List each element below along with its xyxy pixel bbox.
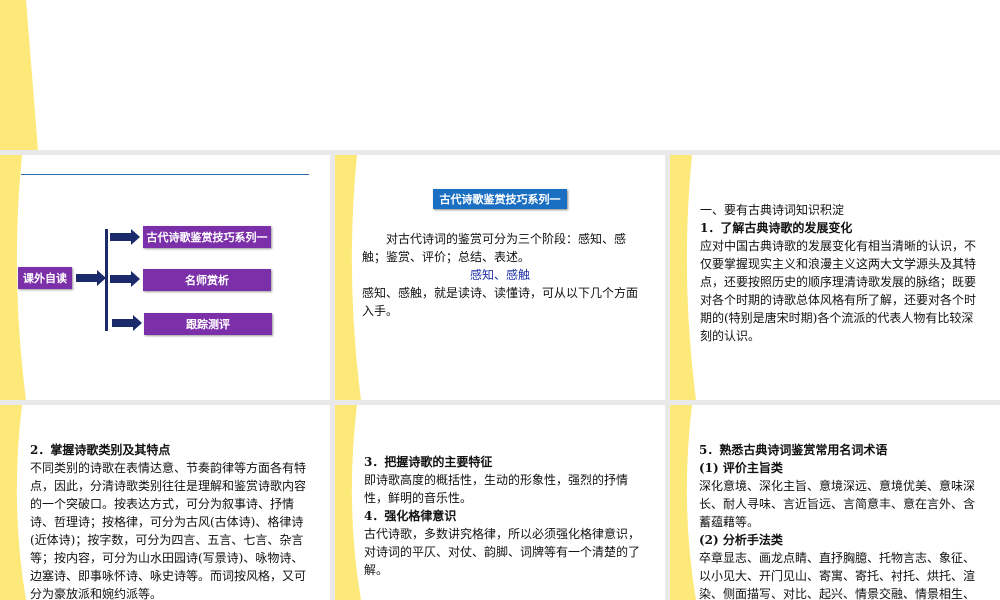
slide-6[interactable]: 5．熟悉古典诗词鉴赏常用名词术语 (1) 评价主旨类 深化意境、深化主旨、意境深… [670, 405, 1000, 600]
subheading: 2．掌握诗歌类别及其特点 [30, 443, 171, 457]
subheading: 感知、感触 [469, 268, 530, 282]
root-box: 课外自读 [18, 267, 72, 289]
body-paragraph: 不同类别的诗歌在表情达意、节奏韵律等方面各有特点，因此，分清诗歌类别往往是理解和… [30, 461, 307, 600]
branch-box-3: 跟踪测评 [144, 313, 272, 335]
slide-2[interactable]: 古代诗歌鉴赏技巧系列一 对古代诗词的鉴赏可分为三个阶段：感知、感触；鉴赏、评价；… [335, 155, 665, 400]
branch-box-2: 名师赏析 [143, 269, 271, 291]
branch-box-1: 古代诗歌鉴赏技巧系列一 [143, 226, 271, 248]
category-1: (1) 评价主旨类 [699, 461, 783, 475]
arrow-right [112, 315, 142, 331]
subheading: 1．了解古典诗歌的发展变化 [700, 221, 853, 235]
body-paragraph: 感知、感触，就是读诗、读懂诗，可从以下几个方面入手。 [362, 286, 639, 318]
bracket-line [105, 229, 108, 331]
slide-top-partial[interactable] [0, 0, 1000, 150]
subheading-3: 3．把握诗歌的主要特征 [364, 455, 493, 469]
arrow-right [110, 271, 140, 287]
slide-3[interactable]: 一、要有古典诗词知识积淀 1．了解古典诗歌的发展变化 应对中国古典诗歌的发展变化… [670, 155, 1000, 400]
body-paragraph-4: 古代诗歌，多数讲究格律，所以必须强化格律意识，对诗词的平仄、对仗、韵脚、词牌等有… [364, 527, 641, 577]
subheading: 5．熟悉古典诗词鉴赏常用名词术语 [699, 443, 888, 457]
section-heading: 一、要有古典诗词知识积淀 [700, 203, 845, 217]
intro-paragraph: 对古代诗词的鉴赏可分为三个阶段：感知、感触；鉴赏、评价；总结、表述。 [362, 232, 627, 264]
slide-5[interactable]: 3．把握诗歌的主要特征 即诗歌高度的概括性，生动的形象性，强烈的抒情性，鲜明的音… [335, 405, 665, 600]
category-2: (2) 分析手法类 [699, 533, 783, 547]
title-rule [21, 174, 309, 175]
slide-title-box: 古代诗歌鉴赏技巧系列一 [433, 189, 567, 209]
category-1-terms: 深化意境、深化主旨、意境深远、意境优美、意味深长、耐人寻味、言近旨远、言简意丰、… [699, 479, 976, 529]
subheading-4: 4．强化格律意识 [364, 509, 457, 523]
category-2-terms: 卒章显志、画龙点睛、直抒胸臆、托物言志、象征、以小见大、开门见山、寄寓、寄托、衬… [699, 551, 976, 600]
arrow-right [110, 229, 140, 245]
slide-1-diagram[interactable]: 课外自读 古代诗歌鉴赏技巧系列一 名师赏析 跟踪测评 [0, 155, 330, 400]
body-paragraph: 应对中国古典诗歌的发展变化有相当清晰的认识，不仅要掌握现实主义和浪漫主义这两大文… [700, 239, 977, 343]
body-paragraph-3: 即诗歌高度的概括性，生动的形象性，强烈的抒情性，鲜明的音乐性。 [364, 473, 629, 505]
decorative-wedge [0, 0, 38, 150]
slide-4[interactable]: 2．掌握诗歌类别及其特点 不同类别的诗歌在表情达意、节奏韵律等方面各有特点，因此… [0, 405, 330, 600]
arrow-right [76, 270, 106, 286]
